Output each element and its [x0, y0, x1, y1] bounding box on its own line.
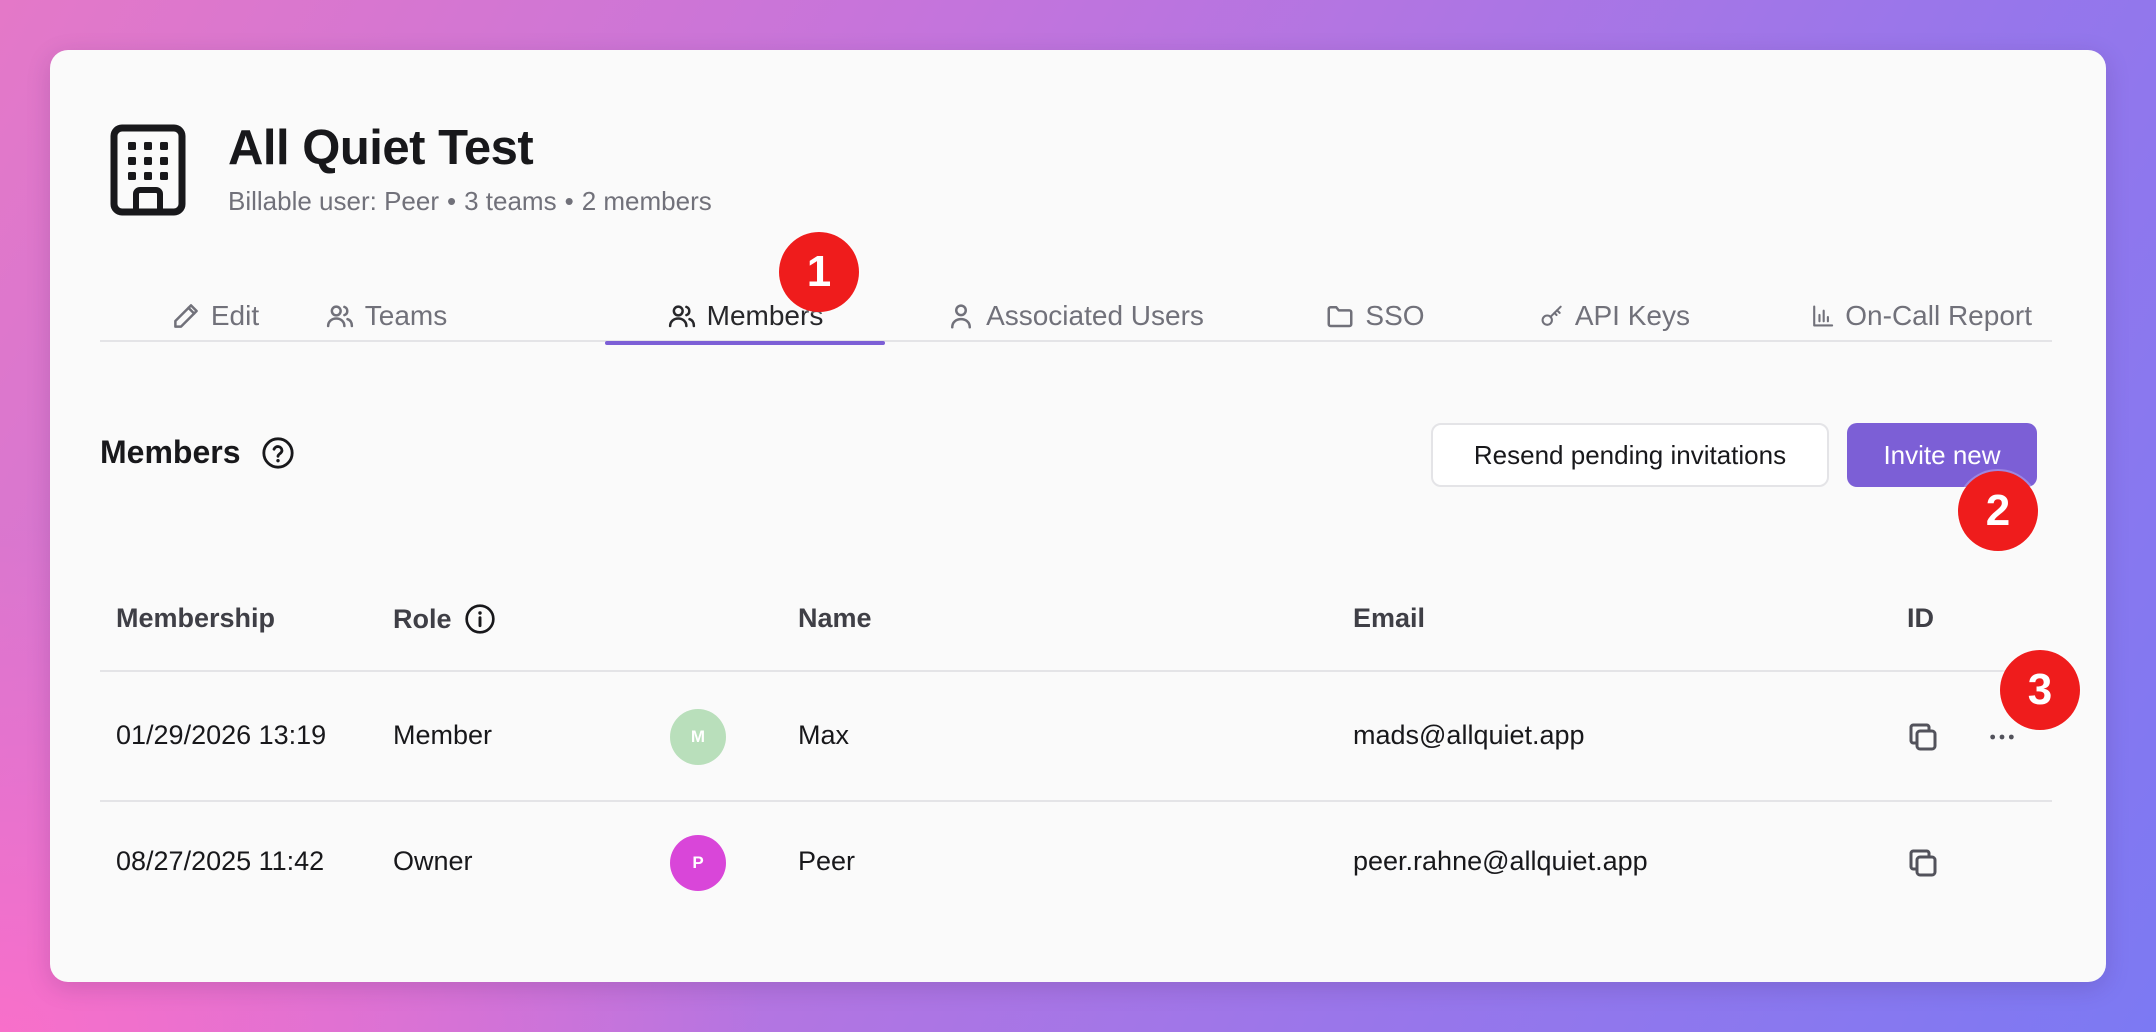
column-header-name-label: Name [798, 603, 872, 633]
column-header-id-label: ID [1907, 603, 1934, 633]
role-cell: Owner [393, 846, 473, 876]
key-icon [1541, 305, 1562, 326]
member-name: Max [798, 720, 850, 750]
tab-edit[interactable]: Edit [160, 290, 270, 342]
membership-date: 01/29/2026 13:19 [116, 720, 327, 750]
tab-teams-label: Teams [364, 300, 448, 331]
tab-sso[interactable]: SSO [1325, 290, 1425, 342]
tab-on-call-report-label: On-Call Report [1845, 300, 2032, 331]
copy-icon[interactable] [1905, 719, 1941, 755]
info-icon[interactable] [464, 603, 496, 635]
users-icon [668, 305, 695, 328]
membership-date: 08/27/2025 11:42 [116, 846, 325, 876]
help-icon[interactable] [261, 436, 295, 470]
avatar: P [670, 835, 726, 891]
tab-associated-users-label: Associated Users [986, 300, 1204, 331]
member-name: Peer [798, 846, 856, 876]
annotation-marker: 2 [1958, 471, 2038, 551]
more-options-icon[interactable] [1982, 717, 2022, 757]
annotation-marker: 1 [779, 232, 859, 312]
role-cell: Member [393, 720, 493, 750]
column-header-role-label: Role [393, 603, 452, 634]
tab-api-keys-label: API Keys [1574, 300, 1690, 331]
resend-invitations-button[interactable]: Resend pending invitations [1431, 423, 1829, 487]
section-title-text: Members [100, 434, 241, 470]
table-divider [100, 800, 2052, 802]
table-divider [100, 670, 2052, 672]
tab-teams[interactable]: Teams [318, 290, 454, 342]
tab-sso-label: SSO [1365, 300, 1425, 331]
member-email: peer.rahne@allquiet.app [1353, 846, 1648, 876]
tab-edit-label: Edit [210, 300, 260, 331]
organization-title: All Quiet Test [228, 121, 534, 175]
separator-dot: • [447, 186, 457, 216]
column-header-id[interactable]: ID [1907, 603, 1934, 634]
building-icon [110, 124, 186, 216]
user-icon [951, 304, 972, 329]
annotation-marker: 3 [2000, 650, 2080, 730]
folder-icon [1327, 306, 1353, 328]
tab-bar: Edit Teams Members Associated Users SSO … [100, 290, 2052, 345]
copy-icon[interactable] [1905, 845, 1941, 881]
tab-api-keys[interactable]: API Keys [1540, 290, 1690, 342]
users-icon [326, 305, 353, 328]
tab-associated-users[interactable]: Associated Users [945, 290, 1205, 342]
avatar: M [670, 709, 726, 765]
column-header-role[interactable]: Role [393, 603, 496, 635]
column-header-email[interactable]: Email [1353, 603, 1425, 634]
organization-card: All Quiet Test Billable user: Peer • 3 tea… [50, 50, 2106, 982]
organization-summary: Billable user: Peer • 3 teams • 2 members [228, 186, 712, 217]
member-email: mads@allquiet.app [1353, 720, 1585, 750]
separator-dot: • [564, 186, 574, 216]
billable-user-text: Billable user: Peer [228, 186, 439, 216]
column-header-membership-label: Membership [116, 603, 276, 633]
team-count: 3 teams [464, 186, 557, 216]
bar-chart-icon [1813, 305, 1834, 327]
pencil-icon [174, 304, 198, 328]
column-header-name[interactable]: Name [798, 603, 872, 634]
section-title: Members [100, 434, 295, 471]
column-header-membership[interactable]: Membership [116, 603, 275, 634]
member-count: 2 members [581, 186, 712, 216]
tab-on-call-report[interactable]: On-Call Report [1810, 290, 2032, 342]
column-header-email-label: Email [1353, 603, 1426, 633]
